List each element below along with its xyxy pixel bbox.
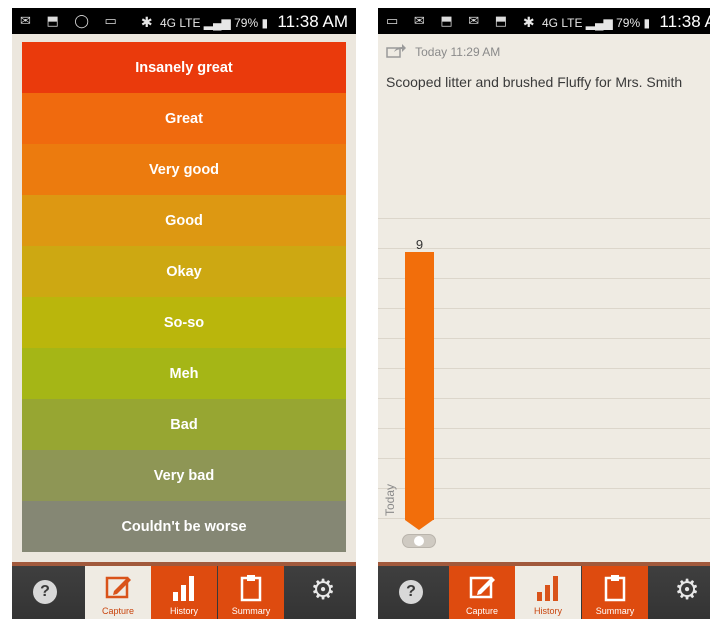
network-indicator: 4G LTE — [159, 16, 201, 30]
rating-option[interactable]: Great — [22, 93, 346, 144]
notification-icons: ▭ ✉ ⬒ ✉ ⬒ — [386, 13, 514, 28]
entry-text: Scooped litter and brushed Fluffy for Mr… — [386, 74, 683, 90]
tab-summary[interactable]: Summary — [218, 566, 284, 619]
bar-value-label: 9 — [415, 237, 424, 252]
timeline-scroll-handle[interactable] — [402, 534, 436, 548]
signal-icon: ▂▄▆ — [203, 16, 235, 30]
status-bar: ✉ ⬒ ◯ ▭ ✱ 4G LTE ▂▄▆ 79% ▮ 11:38 AM — [12, 8, 356, 34]
tab-summary-label: Summary — [231, 606, 271, 616]
network-indicator: 4G LTE — [541, 16, 583, 30]
help-button[interactable]: ? — [12, 566, 78, 619]
tab-history[interactable]: History — [151, 566, 217, 619]
bottom-navigation: ? Capture History Summary ⚙ — [12, 562, 356, 619]
history-bar-tip — [405, 520, 433, 530]
rating-option[interactable]: Meh — [22, 348, 346, 399]
tab-summary[interactable]: Summary — [582, 566, 648, 619]
rating-option[interactable]: Bad — [22, 399, 346, 450]
bar-chart-icon — [173, 576, 194, 601]
battery-icon: ▮ — [643, 16, 651, 30]
settings-button[interactable]: ⚙ — [290, 566, 356, 619]
entry-header: Today 11:29 AM — [386, 44, 500, 59]
rating-list: Insanely great Great Very good Good Okay So-s… — [22, 42, 346, 552]
battery-percent: 79% — [616, 16, 641, 30]
capture-screen: ✉ ⬒ ◯ ▭ ✱ 4G LTE ▂▄▆ 79% ▮ 11:38 AM Insa… — [12, 8, 356, 619]
settings-button[interactable]: ⚙ — [654, 566, 710, 619]
gear-icon: ⚙ — [310, 574, 336, 605]
battery-icon: ▮ — [261, 16, 269, 30]
question-icon: ? — [399, 580, 423, 604]
question-icon: ? — [33, 580, 57, 604]
rating-option[interactable]: So-so — [22, 297, 346, 348]
rating-option[interactable]: Okay — [22, 246, 346, 297]
pencil-edit-icon — [105, 576, 131, 599]
clock: 11:38 AM — [277, 12, 348, 31]
tab-history-label: History — [533, 606, 562, 616]
rating-option[interactable]: Very good — [22, 144, 346, 195]
pencil-edit-icon — [469, 576, 495, 599]
rating-option[interactable]: Insanely great — [22, 42, 346, 93]
signal-icon: ▂▄▆ — [585, 16, 617, 30]
bar-chart-icon — [537, 576, 558, 601]
entry-timestamp: Today 11:29 AM — [415, 45, 501, 59]
ruled-line — [378, 218, 710, 219]
bottom-navigation: ? Capture History Summary ⚙ — [378, 562, 710, 619]
history-screen: ▭ ✉ ⬒ ✉ ⬒ ✱ 4G LTE ▂▄▆ 79% ▮ 11:38 AM To… — [378, 8, 710, 619]
tab-capture[interactable]: Capture — [449, 566, 515, 619]
bluetooth-icon: ✱ — [522, 14, 535, 30]
tab-history-label: History — [169, 606, 198, 616]
gear-icon: ⚙ — [674, 574, 700, 605]
history-bar[interactable] — [405, 252, 434, 520]
share-icon[interactable] — [386, 44, 406, 58]
rating-option[interactable]: Good — [22, 195, 346, 246]
tab-summary-label: Summary — [595, 606, 635, 616]
status-right: ✱ 4G LTE ▂▄▆ 79% ▮ 11:38 AM — [141, 12, 348, 32]
clipboard-icon — [240, 575, 262, 602]
rating-option[interactable]: Couldn't be worse — [22, 501, 346, 552]
status-bar: ▭ ✉ ⬒ ✉ ⬒ ✱ 4G LTE ▂▄▆ 79% ▮ 11:38 AM — [378, 8, 710, 34]
clipboard-icon — [604, 575, 626, 602]
notification-icons: ✉ ⬒ ◯ ▭ — [20, 13, 123, 28]
tab-capture[interactable]: Capture — [85, 566, 151, 619]
clock: 11:38 AM — [659, 12, 710, 31]
tab-capture-label: Capture — [465, 606, 499, 616]
status-right: ✱ 4G LTE ▂▄▆ 79% ▮ 11:38 AM — [523, 12, 710, 32]
tab-history[interactable]: History — [515, 566, 581, 619]
help-button[interactable]: ? — [378, 566, 444, 619]
rating-option[interactable]: Very bad — [22, 450, 346, 501]
bar-day-label: Today — [383, 483, 397, 516]
battery-percent: 79% — [234, 16, 259, 30]
bluetooth-icon: ✱ — [140, 14, 153, 30]
tab-capture-label: Capture — [101, 606, 135, 616]
